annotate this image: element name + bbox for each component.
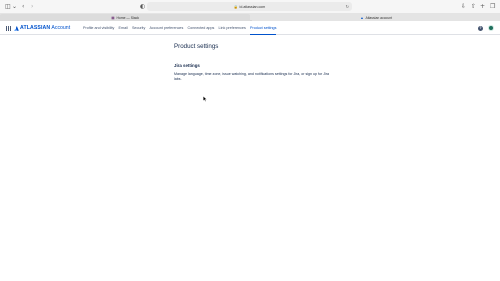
nav-product-settings[interactable]: Product settings bbox=[250, 21, 277, 35]
nav-profile-and-visibility[interactable]: Profile and visibility bbox=[83, 21, 114, 35]
share-icon[interactable]: ⇧ bbox=[471, 3, 476, 10]
atlassian-favicon-icon: ▲ bbox=[360, 15, 364, 20]
app-switcher-icon[interactable] bbox=[6, 25, 11, 31]
avatar[interactable] bbox=[488, 25, 494, 31]
lock-icon: 🔒 bbox=[233, 4, 239, 9]
help-icon[interactable]: ? bbox=[478, 25, 483, 31]
atlassian-logo-icon bbox=[14, 25, 19, 31]
tabs-overview-icon[interactable]: ❐ bbox=[490, 3, 495, 10]
new-tab-icon[interactable]: + bbox=[480, 3, 485, 10]
address-bar-url: id.atlassian.com bbox=[239, 4, 266, 9]
browser-toolbar: ◫ ⌄ ‹ › ◐ 🔒 id.atlassian.com ↻ ⇩ ⇧ + ❐ bbox=[0, 0, 500, 13]
reload-icon[interactable]: ↻ bbox=[346, 4, 349, 9]
logo-wordmark: ATLASSIAN bbox=[20, 25, 51, 31]
browser-tab-label: Atlassian account bbox=[365, 15, 393, 20]
browser-tab-atlassian[interactable]: ▲ Atlassian account bbox=[252, 14, 500, 21]
section-description-end: . bbox=[180, 77, 182, 82]
chevron-down-icon[interactable]: ⌄ bbox=[12, 3, 17, 10]
section-title-jira-settings[interactable]: Jira settings bbox=[174, 63, 200, 68]
nav-link-preferences[interactable]: Link preferences bbox=[219, 21, 246, 35]
nav-security[interactable]: Security bbox=[132, 21, 145, 35]
account-nav: Profile and visibility Email Security Ac… bbox=[83, 21, 281, 35]
nav-account-preferences[interactable]: Account preferences bbox=[149, 21, 183, 35]
mouse-cursor-icon bbox=[203, 96, 207, 102]
slack-favicon-icon: ▦ bbox=[111, 15, 115, 20]
browser-tab-slack[interactable]: ▦ Home — Slack bbox=[0, 14, 250, 21]
nav-email[interactable]: Email bbox=[119, 21, 128, 35]
download-icon[interactable]: ⇩ bbox=[461, 3, 466, 10]
tab-strip: ▦ Home — Slack ▲ Atlassian account bbox=[0, 13, 500, 21]
address-bar[interactable]: 🔒 id.atlassian.com ↻ bbox=[147, 2, 352, 11]
page-title: Product settings bbox=[174, 43, 219, 50]
browser-tab-label: Home — Slack bbox=[116, 15, 140, 20]
section-description-text: Manage language, time zone, issue watchi… bbox=[174, 72, 324, 76]
atlassian-account-logo[interactable]: ATLASSIAN Account bbox=[14, 25, 70, 32]
forward-icon[interactable]: › bbox=[31, 3, 33, 10]
logo-product-name: Account bbox=[51, 25, 71, 31]
nav-connected-apps[interactable]: Connected apps bbox=[188, 21, 215, 35]
shield-icon[interactable]: ◐ bbox=[140, 3, 145, 10]
section-description: Manage language, time zone, issue watchi… bbox=[174, 72, 334, 82]
back-icon[interactable]: ‹ bbox=[22, 3, 24, 10]
sidebar-toggle-icon[interactable]: ◫ bbox=[5, 3, 11, 10]
